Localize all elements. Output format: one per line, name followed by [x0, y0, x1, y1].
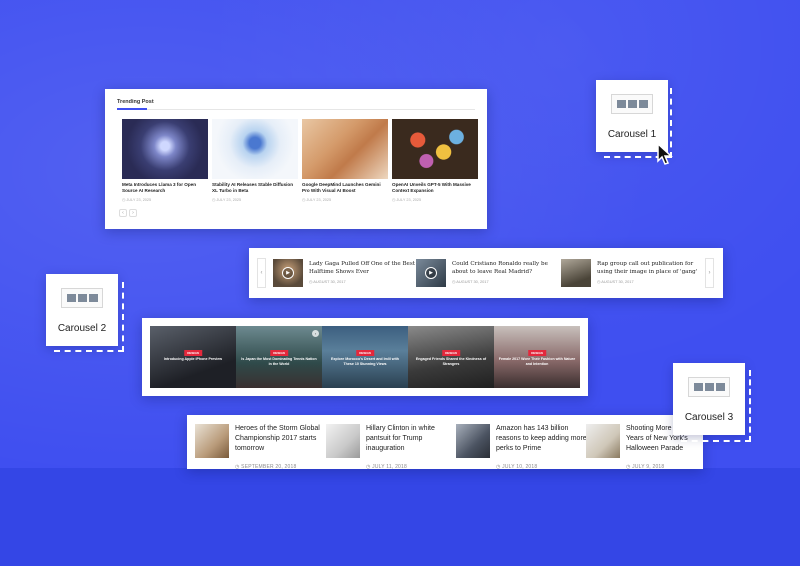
carousel2-label-card: Carousel 2: [46, 274, 118, 346]
image-slide[interactable]: DESIGN Is Japan the Most Dominating Tenn…: [236, 326, 322, 388]
carousel2-label: Carousel 2: [57, 323, 107, 334]
heading-accent-line: [117, 108, 147, 110]
carousel1-card: Trending Post Meta Introduces Llama 3 fo…: [105, 89, 487, 229]
news-thumbnail[interactable]: [586, 424, 620, 458]
slide-caption[interactable]: Is Japan the Most Dominating Tennis Nati…: [240, 357, 318, 367]
news-thumbnail[interactable]: [456, 424, 490, 458]
post-date: ◷ JULY 23, 2025: [122, 198, 152, 202]
image-slide[interactable]: DESIGN Introducing Apple iPhone Preview: [150, 326, 236, 388]
carousel4-card: Heroes of the Storm Global Championship …: [187, 415, 703, 470]
news-list-item[interactable]: Hillary Clinton in white pantsuit for Tr…: [326, 424, 454, 470]
heading-divider: [117, 109, 475, 110]
carousel1-prev-button[interactable]: ‹: [119, 209, 127, 217]
video-date-text: AUGUST 30, 2017: [313, 279, 346, 284]
category-badge[interactable]: DESIGN: [356, 350, 374, 356]
news-thumbnail[interactable]: [326, 424, 360, 458]
category-badge[interactable]: DESIGN: [528, 350, 546, 356]
trending-post-item[interactable]: Stability AI Releases Stable Diffusion X…: [212, 119, 298, 202]
trending-post-item[interactable]: Meta Introduces Llama 3 for Open Source …: [122, 119, 208, 202]
news-title[interactable]: Hillary Clinton in white pantsuit for Tr…: [366, 424, 461, 454]
image-slide[interactable]: DESIGN Female 2017 Wore Their Fashion wi…: [494, 326, 580, 388]
carousel2-card: ‹ › ▶ Lady Gaga Pulled Off One of the Be…: [249, 248, 723, 298]
carousel-layout-icon: [611, 94, 653, 114]
news-date-text: JULY 9, 2018: [632, 464, 665, 470]
slide-caption[interactable]: Introducing Apple iPhone Preview: [154, 357, 232, 362]
video-list-item[interactable]: ▶ Lady Gaga Pulled Off One of the Best H…: [273, 259, 423, 289]
image-slide[interactable]: DESIGN Explore Morocco's Desert and Imli…: [322, 326, 408, 388]
post-date-text: JULY 23, 2025: [216, 198, 242, 202]
post-date-text: JULY 23, 2025: [396, 198, 422, 202]
post-thumbnail[interactable]: [212, 119, 298, 179]
post-date: ◷ JULY 23, 2025: [302, 198, 332, 202]
carousel3-label: Carousel 3: [684, 412, 734, 423]
carousel-layout-icon: [688, 377, 730, 397]
news-date-text: SEPTEMBER 20, 2018: [241, 464, 297, 470]
trending-post-item[interactable]: Google DeepMind Launches Gemini Pro With…: [302, 119, 388, 202]
news-date: ◷ JULY 11, 2018: [366, 464, 408, 470]
carousel1-next-button[interactable]: ›: [129, 209, 137, 217]
video-title[interactable]: Could Cristiano Ronaldo really be about …: [452, 260, 564, 276]
post-thumbnail[interactable]: [122, 119, 208, 179]
image-slide[interactable]: DESIGN Engaged Friends Shared the Kindne…: [408, 326, 494, 388]
video-date: ◷ AUGUST 30, 2017: [597, 279, 634, 284]
post-date: ◷ JULY 23, 2025: [392, 198, 422, 202]
news-thumbnail[interactable]: [195, 424, 229, 458]
slide-caption[interactable]: Engaged Friends Shared the Kindness of S…: [412, 357, 490, 367]
video-date-text: AUGUST 30, 2017: [456, 279, 489, 284]
news-list-item[interactable]: Heroes of the Storm Global Championship …: [195, 424, 323, 470]
post-date-text: JULY 23, 2025: [126, 198, 152, 202]
news-date: ◷ JULY 9, 2018: [626, 464, 665, 470]
post-thumbnail[interactable]: [302, 119, 388, 179]
trending-post-heading: Trending Post: [117, 99, 154, 105]
video-thumbnail[interactable]: [561, 259, 591, 287]
slide-caption[interactable]: Female 2017 Wore Their Fashion with Natu…: [498, 357, 576, 367]
background-floor: [0, 468, 800, 566]
post-title[interactable]: Stability AI Releases Stable Diffusion X…: [212, 182, 298, 194]
news-date-text: JULY 10, 2018: [502, 464, 538, 470]
carousel2-prev-button[interactable]: ‹: [257, 258, 266, 288]
carousel3-card: DESIGN Introducing Apple iPhone Preview …: [142, 318, 588, 396]
post-title[interactable]: Google DeepMind Launches Gemini Pro With…: [302, 182, 388, 194]
category-badge[interactable]: DESIGN: [270, 350, 288, 356]
carousel1-label-card: Carousel 1: [596, 80, 668, 152]
news-list-item[interactable]: Amazon has 143 billion reasons to keep a…: [456, 424, 587, 470]
video-list-item[interactable]: Rap group call out publication for using…: [561, 259, 711, 289]
video-date-text: AUGUST 30, 2017: [601, 279, 634, 284]
video-date: ◷ AUGUST 30, 2017: [452, 279, 489, 284]
video-title[interactable]: Rap group call out publication for using…: [597, 260, 709, 276]
video-list-item[interactable]: ▶ Could Cristiano Ronaldo really be abou…: [416, 259, 566, 289]
video-title[interactable]: Lady Gaga Pulled Off One of the Best Hal…: [309, 260, 421, 276]
news-date-text: JULY 11, 2018: [372, 464, 408, 470]
news-title[interactable]: Amazon has 143 billion reasons to keep a…: [496, 424, 591, 454]
mouse-cursor-icon: [657, 143, 673, 165]
post-thumbnail[interactable]: [392, 119, 478, 179]
category-badge[interactable]: DESIGN: [442, 350, 460, 356]
post-title[interactable]: Meta Introduces Llama 3 for Open Source …: [122, 182, 208, 194]
carousel-layout-icon: [61, 288, 103, 308]
news-date: ◷ SEPTEMBER 20, 2018: [235, 464, 297, 470]
play-icon[interactable]: ▶: [425, 267, 437, 279]
news-title[interactable]: Heroes of the Storm Global Championship …: [235, 424, 330, 454]
play-icon[interactable]: ▶: [282, 267, 294, 279]
video-date: ◷ AUGUST 30, 2017: [309, 279, 346, 284]
post-date-text: JULY 23, 2025: [306, 198, 332, 202]
carousel3-label-card: Carousel 3: [673, 363, 745, 435]
slide-nav-icon[interactable]: ›: [312, 330, 319, 337]
category-badge[interactable]: DESIGN: [184, 350, 202, 356]
post-date: ◷ JULY 23, 2025: [212, 198, 242, 202]
trending-post-item[interactable]: OpenAI Unveils GPT-5 With Massive Contex…: [392, 119, 478, 202]
carousel1-label: Carousel 1: [607, 129, 657, 140]
post-title[interactable]: OpenAI Unveils GPT-5 With Massive Contex…: [392, 182, 478, 194]
slide-caption[interactable]: Explore Morocco's Desert and Imlil with …: [326, 357, 404, 367]
news-date: ◷ JULY 10, 2018: [496, 464, 538, 470]
